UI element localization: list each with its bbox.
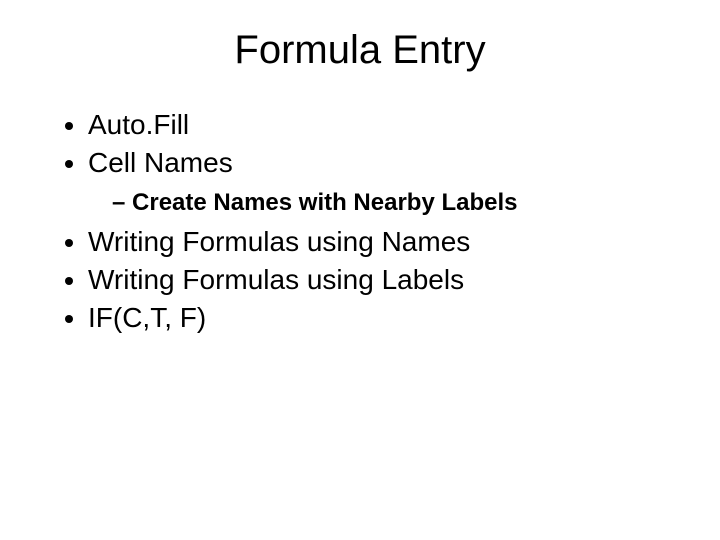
list-item: IF(C,T, F) [88,300,690,336]
list-item: Auto.Fill [88,107,690,143]
slide: Formula Entry Auto.Fill Cell Names Creat… [0,0,720,540]
list-item: Writing Formulas using Names [88,224,690,260]
sub-bullet-list: Create Names with Nearby Labels [88,187,690,218]
list-item: Create Names with Nearby Labels [112,187,690,218]
slide-title: Formula Entry [30,28,690,73]
bullet-list: Auto.Fill Cell Names Create Names with N… [30,107,690,335]
list-item-label: Cell Names [88,147,233,178]
list-item: Cell Names Create Names with Nearby Labe… [88,145,690,218]
list-item: Writing Formulas using Labels [88,262,690,298]
